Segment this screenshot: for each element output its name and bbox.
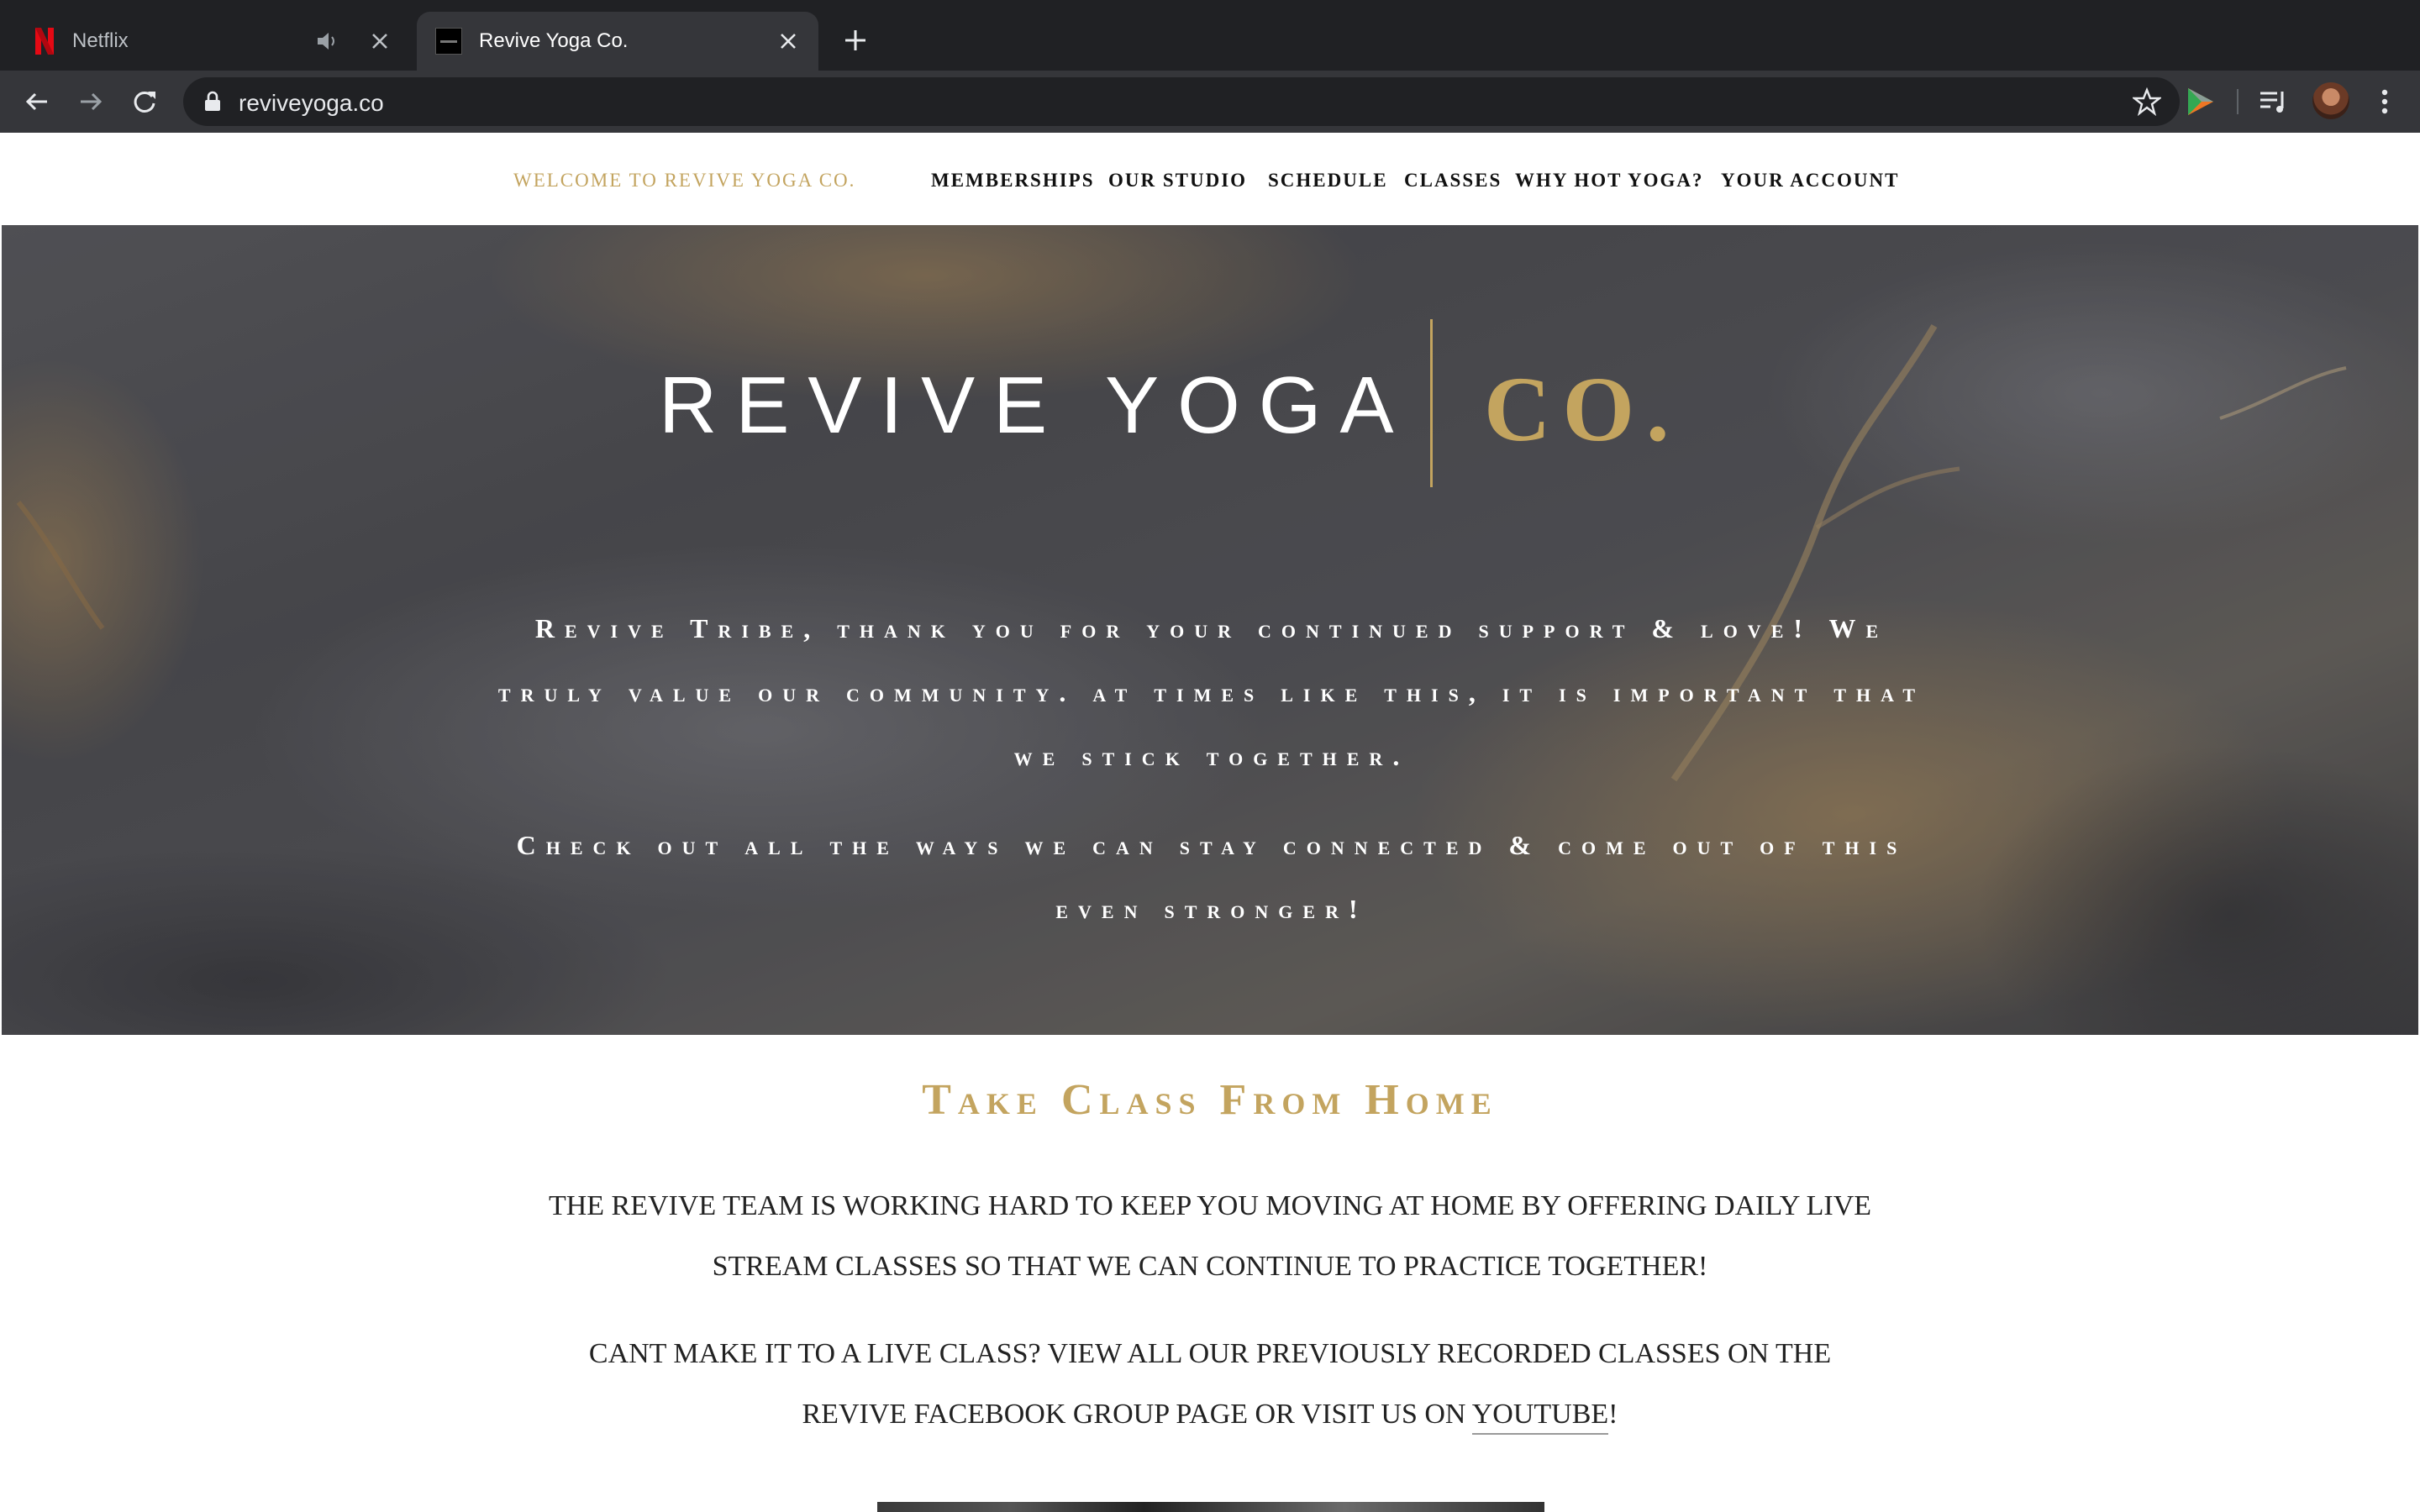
site-icon — [435, 28, 462, 55]
tab-title: Revive Yoga Co. — [479, 29, 629, 52]
tab-revive-yoga[interactable]: Revive Yoga Co. — [417, 12, 818, 71]
menu-kebab-icon[interactable] — [2368, 85, 2402, 118]
paragraph-end: ! — [1608, 1399, 1618, 1430]
url-text: reviveyoga.co — [239, 90, 384, 116]
nav-welcome-link[interactable]: WELCOME TO REVIVE YOGA CO. — [513, 170, 855, 192]
youtube-link[interactable]: YOUTUBE — [1471, 1399, 1609, 1435]
live-stream-paragraph: THE REVIVE TEAM IS WORKING HARD TO KEEP … — [548, 1190, 1872, 1282]
lock-icon[interactable] — [203, 91, 222, 113]
recorded-classes-paragraph: CANT MAKE IT TO A LIVE CLASS? VIEW ALL O… — [538, 1324, 1882, 1445]
nav-classes[interactable]: CLASSES — [1404, 170, 1502, 192]
logo-wordmark: REVIVE YOGA — [659, 360, 1413, 450]
back-icon[interactable] — [20, 85, 54, 118]
address-bar[interactable]: reviveyoga.co — [183, 77, 2180, 126]
nav-your-account[interactable]: YOUR ACCOUNT — [1721, 170, 1899, 192]
media-queue-icon[interactable] — [2257, 85, 2291, 118]
speaker-icon[interactable] — [316, 31, 339, 51]
nav-our-studio[interactable]: OUR STUDIO — [1108, 170, 1247, 192]
reload-icon[interactable] — [128, 85, 161, 118]
section-title: Take Class From Home — [922, 1076, 1498, 1124]
extension-play-icon[interactable] — [2183, 85, 2217, 118]
site-navigation: WELCOME TO REVIVE YOGA CO. MEMBERSHIPS O… — [0, 133, 2420, 225]
hero-banner: REVIVE YOGA CO. Revive Tribe, thank you … — [2, 225, 2418, 1035]
logo-divider — [1430, 319, 1433, 487]
browser-toolbar: reviveyoga.co — [0, 71, 2420, 133]
nav-why-hot-yoga[interactable]: WHY HOT YOGA? — [1515, 170, 1704, 192]
toolbar-divider — [2237, 89, 2238, 114]
video-thumbnail[interactable] — [877, 1502, 1544, 1512]
profile-avatar[interactable] — [2312, 82, 2349, 119]
nav-memberships[interactable]: MEMBERSHIPS — [931, 170, 1095, 192]
new-tab-icon[interactable] — [839, 24, 872, 57]
browser-tab-bar: Netflix Revive Yoga Co. — [0, 0, 2420, 71]
close-icon[interactable] — [368, 29, 392, 53]
netflix-icon — [34, 27, 55, 55]
recorded-classes-text: CANT MAKE IT TO A LIVE CLASS? VIEW ALL O… — [588, 1338, 1832, 1430]
logo-accent: CO. — [1484, 358, 1681, 460]
tab-title: Netflix — [72, 29, 129, 52]
bookmark-star-icon[interactable] — [2131, 87, 2163, 117]
hero-message-thanks: Revive Tribe, thank you for your continu… — [497, 613, 1926, 771]
forward-icon[interactable] — [74, 85, 108, 118]
hero-message-connect: Check out all the ways we can stay conne… — [516, 830, 1907, 924]
nav-schedule[interactable]: SCHEDULE — [1268, 170, 1388, 192]
tab-netflix[interactable]: Netflix — [0, 12, 410, 71]
close-icon[interactable] — [776, 29, 800, 53]
